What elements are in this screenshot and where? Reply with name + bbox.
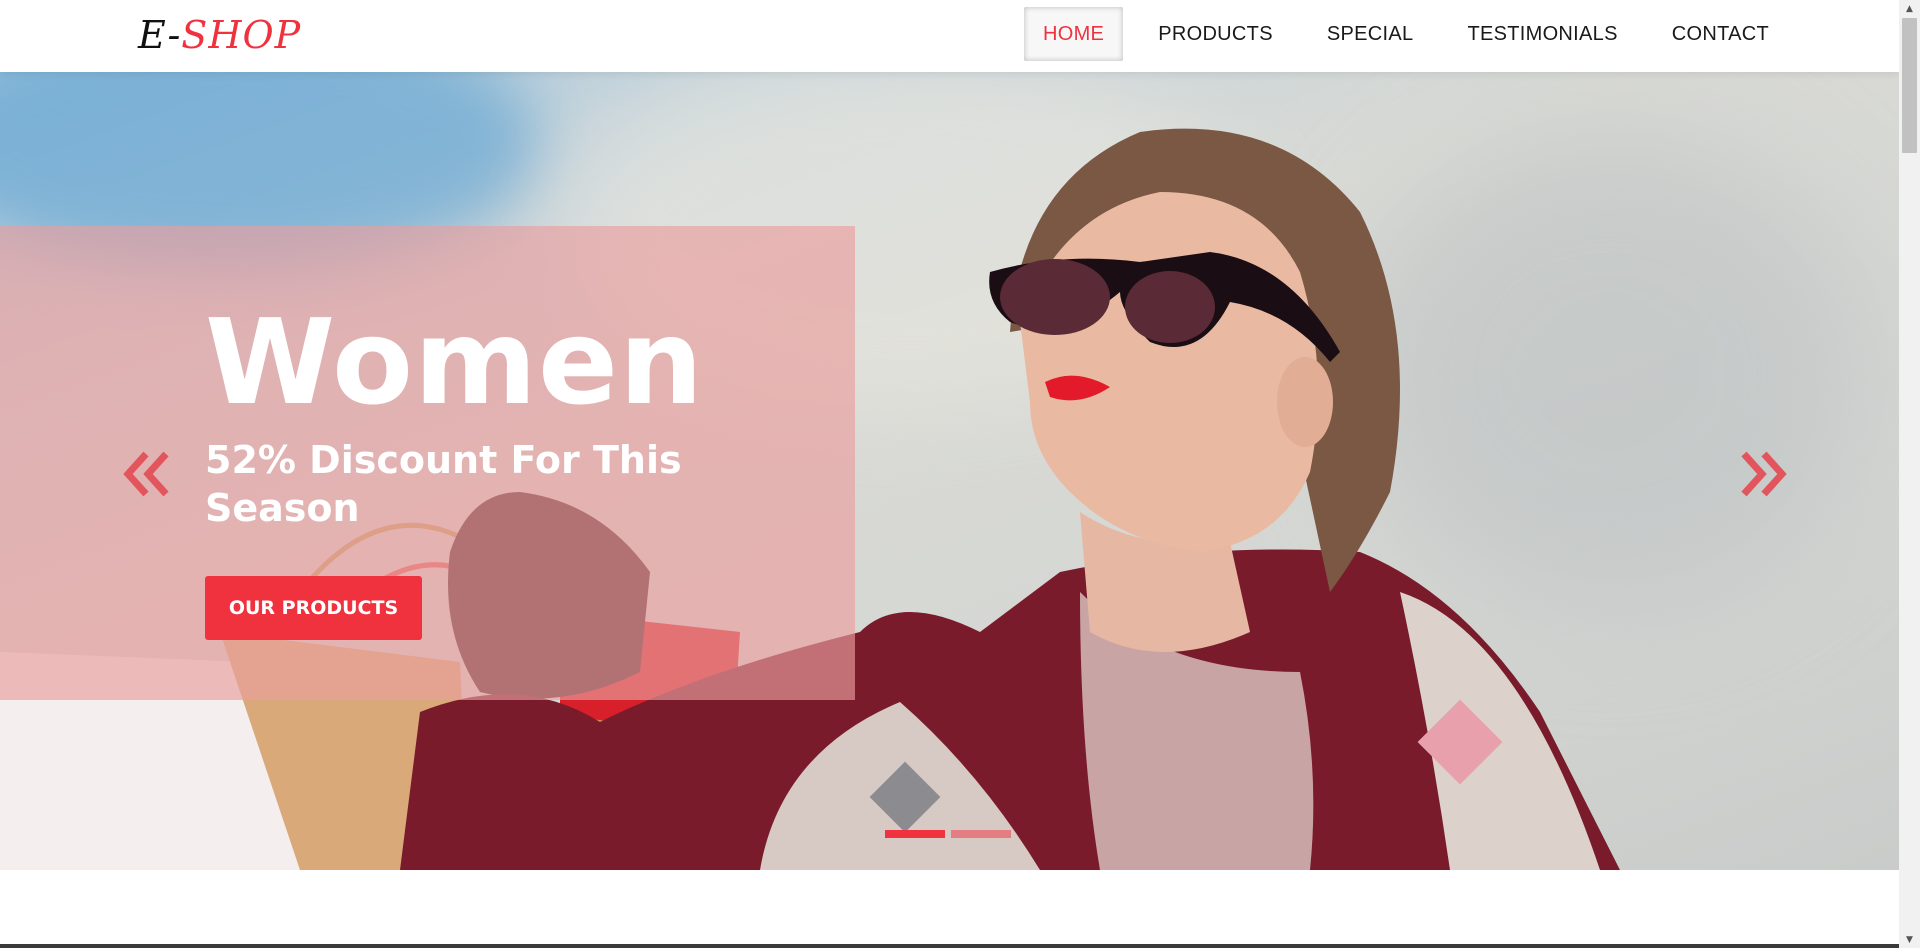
- site-header: E-SHOP HOME PRODUCTS SPECIAL TESTIMONIAL…: [0, 0, 1899, 72]
- hero-carousel: Women 52% Discount For This Season OUR P…: [0, 72, 1899, 870]
- double-chevron-left-icon: [123, 451, 169, 497]
- nav-home[interactable]: HOME: [1024, 7, 1124, 61]
- page: E-SHOP HOME PRODUCTS SPECIAL TESTIMONIAL…: [0, 0, 1899, 948]
- carousel-prev-button[interactable]: [116, 444, 176, 504]
- carousel-next-button[interactable]: [1734, 444, 1794, 504]
- our-products-button[interactable]: OUR PRODUCTS: [205, 576, 422, 640]
- carousel-indicator-1[interactable]: [885, 830, 945, 838]
- site-logo[interactable]: E-SHOP: [138, 12, 301, 58]
- nav-contact[interactable]: CONTACT: [1653, 7, 1788, 61]
- double-chevron-right-icon: [1741, 451, 1787, 497]
- hero-subtitle: 52% Discount For This Season: [205, 438, 682, 530]
- carousel-indicator-2[interactable]: [951, 830, 1011, 838]
- taskbar-strip: [0, 944, 1899, 948]
- main-nav: HOME PRODUCTS SPECIAL TESTIMONIALS CONTA…: [1024, 7, 1804, 61]
- hero-title: Women: [205, 293, 705, 431]
- nav-products[interactable]: PRODUCTS: [1139, 7, 1292, 61]
- logo-wordmark: SHOP: [181, 13, 302, 57]
- nav-testimonials[interactable]: TESTIMONIALS: [1448, 7, 1636, 61]
- logo-prefix: E-: [138, 13, 182, 57]
- nav-special[interactable]: SPECIAL: [1308, 7, 1433, 61]
- carousel-indicators: [885, 830, 1011, 838]
- scroll-down-arrow-icon[interactable]: ▼: [1899, 931, 1920, 948]
- scroll-up-arrow-icon[interactable]: ▲: [1899, 0, 1920, 17]
- scrollbar-thumb[interactable]: [1902, 18, 1917, 153]
- vertical-scrollbar[interactable]: ▲ ▼: [1899, 0, 1920, 948]
